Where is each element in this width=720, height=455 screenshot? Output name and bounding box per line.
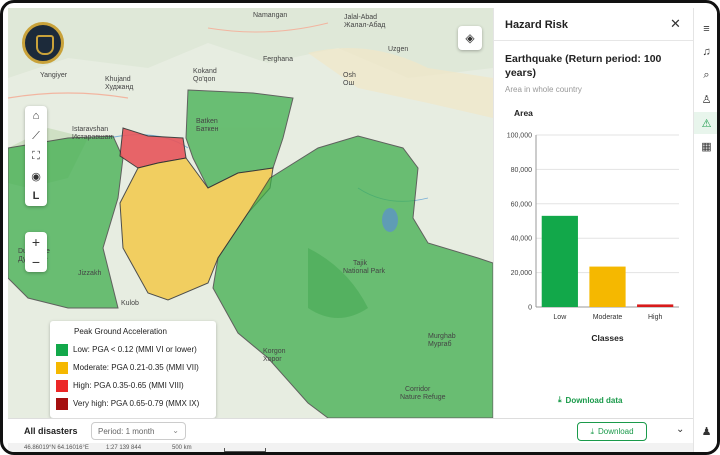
panel-title: Hazard Risk [505, 19, 568, 31]
divider [494, 40, 694, 41]
y-tick-label: 0 [528, 305, 532, 312]
bar-low [541, 215, 578, 307]
place-label: Истаравшан [72, 134, 113, 141]
scale-distance: 500 km [172, 445, 192, 451]
download-data-label: Download data [565, 395, 623, 405]
app-logo [22, 22, 64, 64]
period-value: Period: 1 month [98, 427, 155, 436]
person-icon[interactable]: ♙ [694, 88, 717, 110]
map-legend: Peak Ground Acceleration Low: PGA < 0.12… [50, 321, 216, 418]
zoom-control: + − [25, 232, 47, 272]
download-button[interactable]: ⤓ Download [577, 422, 647, 441]
hazard-risk-panel: Hazard Risk ✕ Earthquake (Return period:… [493, 8, 694, 418]
legend-swatch-low [56, 343, 68, 356]
legend-label: Very high: PGA 0.65-0.79 (MMX IX) [73, 399, 200, 408]
y-axis-label: Area [514, 108, 533, 118]
chevron-down-icon[interactable]: ⌄ [676, 424, 684, 435]
place-label: Yangiyer [40, 72, 68, 79]
legend-item: High: PGA 0.35-0.65 (MMI VIII) [56, 378, 210, 393]
camera-icon[interactable]: ◉ [25, 166, 47, 186]
download-button-label: Download [597, 427, 634, 436]
place-label: Ош [343, 80, 355, 87]
bottom-bar: All disasters Period: 1 month ⌄ ⤓ Downlo… [8, 418, 693, 443]
legend-swatch-high [56, 379, 68, 392]
place-label: Jizzakh [78, 270, 102, 277]
bar-moderate [589, 266, 626, 307]
place-label: Murghab [428, 333, 456, 340]
period-select[interactable]: Period: 1 month ⌄ [91, 422, 186, 440]
legend-label: High: PGA 0.35-0.65 (MMI VIII) [73, 381, 184, 390]
place-label: Ferghana [263, 56, 293, 63]
legend-swatch-very-high [56, 397, 68, 410]
app-window: Namangan Jalal-Abad Жалал-Абад Khujand Х… [0, 0, 720, 455]
x-tick-label: Moderate [593, 314, 623, 321]
place-label: Kulob [121, 300, 139, 307]
all-disasters-title: All disasters [24, 426, 78, 436]
map-toolbar: ⌂ ⟋ ⛶ ◉ L [25, 106, 47, 206]
warning-icon[interactable]: ⚠ [694, 112, 717, 134]
place-label: Tajik [353, 260, 368, 267]
menu-icon[interactable]: ≡ [694, 18, 717, 40]
chevron-down-icon: ⌄ [172, 426, 179, 435]
bar-high [637, 304, 674, 307]
place-label: Хорог [263, 356, 282, 363]
building-icon[interactable]: ▦ [694, 135, 717, 157]
legend-swatch-moderate [56, 361, 68, 374]
search-icon[interactable]: ⌕ [694, 64, 717, 86]
hazard-subtitle: Earthquake (Return period: 100 years) [505, 53, 662, 79]
bell-icon[interactable]: ♫ [694, 41, 717, 63]
legend-item: Moderate: PGA 0.21-0.35 (MMI VII) [56, 360, 210, 375]
scale-readout: 1:27 139 844 [106, 445, 142, 451]
ruler-icon[interactable]: ⟋ [25, 126, 47, 146]
place-label: Korgon [263, 348, 286, 355]
home-icon[interactable]: ⌂ [25, 106, 47, 126]
layers-icon[interactable]: ◈ [458, 26, 482, 50]
x-tick-label: High [648, 314, 663, 321]
scale-bar [224, 448, 266, 452]
status-bar: 46.86019°N 64.16016°E 1:27 139 844 500 k… [8, 443, 693, 452]
zoom-out-button[interactable]: − [25, 252, 47, 272]
place-label: Jalal-Abad [344, 14, 378, 21]
close-icon[interactable]: ✕ [670, 16, 681, 32]
legend-item: Low: PGA < 0.12 (MMI VI or lower) [56, 342, 210, 357]
place-label: Osh [343, 72, 356, 79]
coordinate-readout: 46.86019°N 64.16016°E [24, 445, 89, 451]
place-label: Nature Refuge [400, 394, 446, 401]
place-label: Istaravshan [72, 126, 109, 133]
legend-title: Peak Ground Acceleration [74, 327, 167, 336]
y-tick-label: 40,000 [511, 236, 533, 243]
place-label: Corridor [405, 386, 431, 393]
download-icon: ⤓ [558, 395, 562, 404]
y-tick-label: 20,000 [511, 270, 533, 277]
place-label: Худжанд [105, 84, 134, 91]
area-note: Area in whole country [505, 85, 582, 94]
user-icon[interactable]: ♟ [694, 420, 717, 442]
y-tick-label: 100,000 [507, 133, 532, 140]
place-label: Kokand [193, 68, 217, 75]
map-view[interactable]: Namangan Jalal-Abad Жалал-Абад Khujand Х… [8, 8, 493, 418]
y-tick-label: 80,000 [511, 167, 533, 174]
x-axis-label: Classes [591, 333, 623, 343]
y-tick-label: 60,000 [511, 201, 533, 208]
right-rail: ≡ ♫ ⌕ ♙ ⚠ ▦ ♟ [693, 8, 717, 452]
place-label: National Park [343, 268, 386, 275]
legend-label: Low: PGA < 0.12 (MMI VI or lower) [73, 345, 197, 354]
place-label: Namangan [253, 12, 288, 19]
x-tick-label: Low [553, 314, 567, 321]
zoom-in-button[interactable]: + [25, 232, 47, 252]
place-label: Жалал-Абад [344, 22, 386, 29]
place-label: Qo'qon [193, 76, 216, 83]
fullscreen-icon[interactable]: ⛶ [25, 146, 47, 166]
place-label: Баткен [196, 126, 219, 133]
place-label: Мургаб [428, 341, 452, 348]
legend-label: Moderate: PGA 0.21-0.35 (MMI VII) [73, 363, 199, 372]
legend-icon[interactable]: L [25, 186, 47, 206]
place-label: Khujand [105, 76, 131, 83]
area-bar-chart: Area 0 20,000 40,000 60,000 80,000 100,000 Low M… [507, 108, 679, 343]
place-label: Uzgen [388, 46, 409, 53]
place-label: Batken [196, 118, 218, 125]
download-icon: ⤓ [590, 426, 594, 436]
legend-item: Very high: PGA 0.65-0.79 (MMX IX) [56, 396, 210, 411]
download-data-link[interactable]: ⤓ Download data [558, 395, 622, 405]
